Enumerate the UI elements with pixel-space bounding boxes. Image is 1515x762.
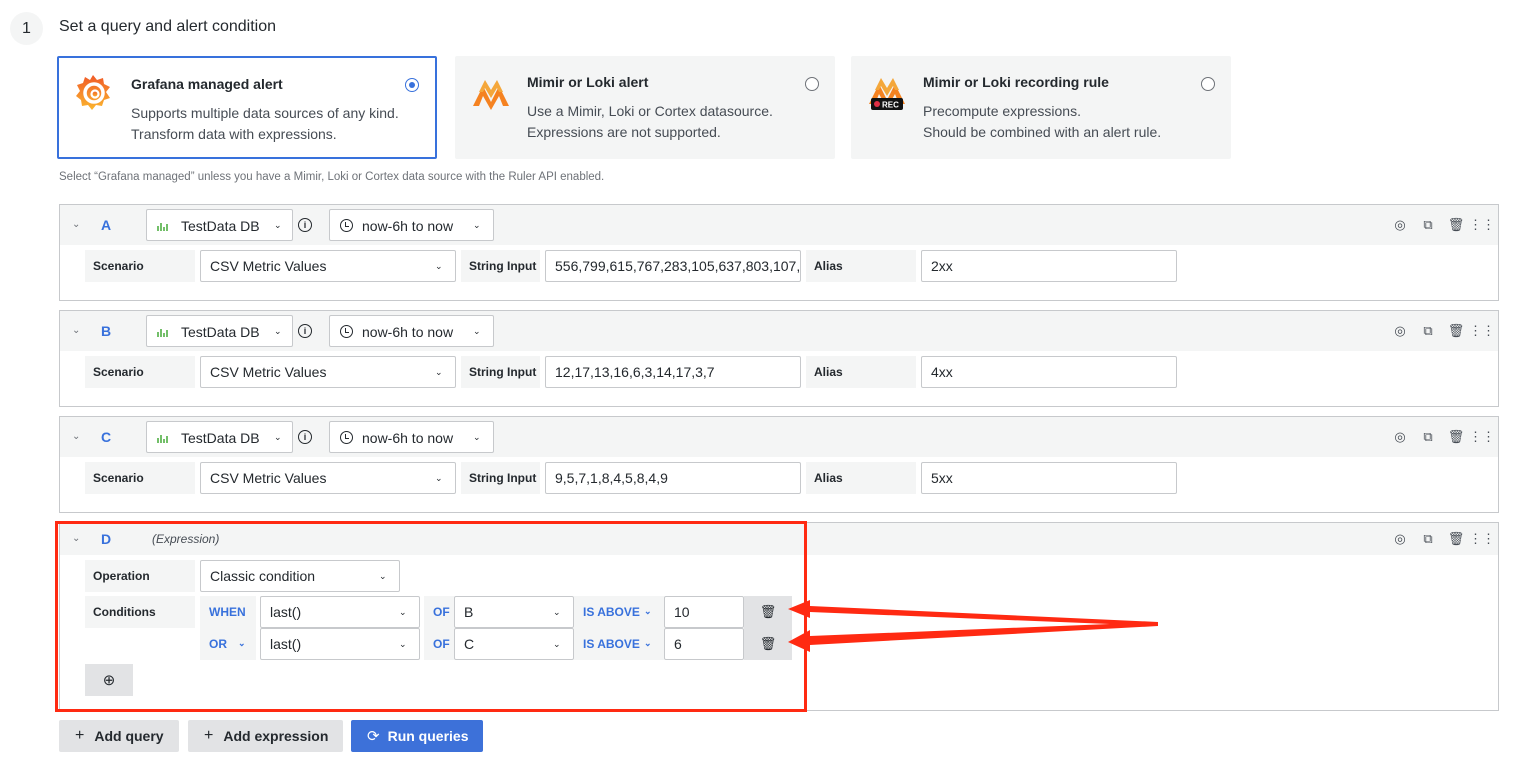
trash-icon[interactable]: 🗑: [1448, 217, 1465, 233]
query-ref-id[interactable]: B: [101, 323, 111, 339]
scenario-select[interactable]: CSV Metric Values ⌄: [200, 356, 456, 388]
alias-field[interactable]: 5xx: [921, 462, 1177, 494]
chevron-down-icon: ⌄: [473, 220, 481, 230]
plus-icon: +: [204, 727, 214, 744]
card-description: Supports multiple data sources of any ki…: [131, 105, 399, 142]
query-row-b: ⌄ B TestData DB ⌄ i now-6h to now ⌄ ◎ ⧉ …: [59, 310, 1499, 407]
plus-icon: +: [75, 727, 85, 744]
drag-handle-icon[interactable]: ⋮⋮: [1469, 323, 1495, 339]
chevron-down-icon: ⌄: [274, 432, 282, 442]
chevron-down-icon[interactable]: ⌄: [72, 325, 80, 336]
drag-handle-icon[interactable]: ⋮⋮: [1469, 531, 1495, 547]
datasource-picker[interactable]: TestData DB ⌄: [146, 315, 293, 347]
string-input-label: String Input: [461, 250, 540, 282]
radio-unselected[interactable]: [1201, 77, 1215, 91]
query-ref-id[interactable]: A: [101, 217, 111, 233]
scenario-label: Scenario: [85, 250, 195, 282]
grafana-managed-alert-card[interactable]: Grafana managed alert Supports multiple …: [57, 56, 437, 159]
chevron-down-icon: ⌄: [435, 261, 443, 271]
trash-icon[interactable]: 🗑: [1448, 429, 1465, 445]
card-title: Mimir or Loki alert: [527, 74, 649, 90]
drag-handle-icon[interactable]: ⋮⋮: [1469, 217, 1495, 233]
chevron-down-icon: ⌄: [473, 326, 481, 336]
datasource-picker[interactable]: TestData DB ⌄: [146, 421, 293, 453]
string-input-label: String Input: [461, 356, 540, 388]
query-row-c: ⌄ C TestData DB ⌄ i now-6h to now ⌄ ◎ ⧉ …: [59, 416, 1499, 513]
testdata-icon: [157, 329, 168, 337]
trash-icon[interactable]: 🗑: [1448, 323, 1465, 339]
eye-icon[interactable]: ◎: [1392, 531, 1408, 547]
run-queries-button[interactable]: ⟳ Run queries: [351, 720, 483, 752]
scenario-label: Scenario: [85, 462, 195, 494]
refresh-icon: ⟳: [367, 728, 380, 745]
drag-handle-icon[interactable]: ⋮⋮: [1469, 429, 1495, 445]
info-icon[interactable]: i: [298, 218, 312, 232]
query-ref-id[interactable]: C: [101, 429, 111, 445]
card-description: Use a Mimir, Loki or Cortex datasource. …: [527, 103, 773, 140]
alias-field[interactable]: 2xx: [921, 250, 1177, 282]
mimir-loki-recording-rule-card[interactable]: REC Mimir or Loki recording rule Precomp…: [851, 56, 1231, 159]
chevron-down-icon: ⌄: [435, 367, 443, 377]
string-input-field[interactable]: 9,5,7,1,8,4,5,8,4,9: [545, 462, 801, 494]
query-row-a: ⌄ A TestData DB ⌄ i now-6h to now ⌄ ◎ ⧉ …: [59, 204, 1499, 301]
copy-icon[interactable]: ⧉: [1420, 217, 1436, 233]
query-header: ⌄ B TestData DB ⌄ i now-6h to now ⌄ ◎ ⧉ …: [60, 311, 1498, 351]
clock-icon: [340, 325, 353, 338]
card-description: Precompute expressions. Should be combin…: [923, 103, 1162, 140]
eye-icon[interactable]: ◎: [1392, 429, 1408, 445]
copy-icon[interactable]: ⧉: [1420, 429, 1436, 445]
card-title: Grafana managed alert: [131, 76, 283, 92]
mimir-loki-alert-card[interactable]: Mimir or Loki alert Use a Mimir, Loki or…: [455, 56, 835, 159]
svg-text:REC: REC: [882, 101, 899, 110]
query-header: ⌄ C TestData DB ⌄ i now-6h to now ⌄ ◎ ⧉ …: [60, 417, 1498, 457]
clock-icon: [340, 219, 353, 232]
string-input-field[interactable]: 556,799,615,767,283,105,637,803,107,: [545, 250, 801, 282]
chevron-down-icon: ⌄: [274, 220, 282, 230]
radio-selected[interactable]: [405, 78, 419, 92]
testdata-icon: [157, 223, 168, 231]
info-icon[interactable]: i: [298, 430, 312, 444]
alias-field[interactable]: 4xx: [921, 356, 1177, 388]
eye-icon[interactable]: ◎: [1392, 217, 1408, 233]
radio-unselected[interactable]: [805, 77, 819, 91]
string-input-label: String Input: [461, 462, 540, 494]
add-query-button[interactable]: + Add query: [59, 720, 179, 752]
alias-label: Alias: [806, 356, 916, 388]
alert-type-hint: Select “Grafana managed” unless you have…: [59, 171, 605, 183]
step-number: 1: [10, 12, 43, 45]
mimir-rec-logo-icon: REC: [869, 78, 905, 110]
eye-icon[interactable]: ◎: [1392, 323, 1408, 339]
time-range-picker[interactable]: now-6h to now ⌄: [329, 421, 494, 453]
grafana-logo-icon: [76, 75, 110, 110]
card-title: Mimir or Loki recording rule: [923, 74, 1109, 90]
copy-icon[interactable]: ⧉: [1420, 323, 1436, 339]
chevron-down-icon: ⌄: [274, 326, 282, 336]
alias-label: Alias: [806, 462, 916, 494]
annotation-highlight-box: [55, 521, 807, 712]
scenario-select[interactable]: CSV Metric Values ⌄: [200, 250, 456, 282]
string-input-field[interactable]: 12,17,13,16,6,3,14,17,3,7: [545, 356, 801, 388]
copy-icon[interactable]: ⧉: [1420, 531, 1436, 547]
scenario-select[interactable]: CSV Metric Values ⌄: [200, 462, 456, 494]
time-range-picker[interactable]: now-6h to now ⌄: [329, 315, 494, 347]
annotation-arrows: [788, 600, 1158, 652]
chevron-down-icon[interactable]: ⌄: [72, 431, 80, 442]
chevron-down-icon[interactable]: ⌄: [72, 219, 80, 230]
mimir-logo-icon: [473, 80, 509, 110]
step-title: Set a query and alert condition: [59, 18, 277, 35]
testdata-icon: [157, 435, 168, 443]
scenario-label: Scenario: [85, 356, 195, 388]
chevron-down-icon: ⌄: [435, 473, 443, 483]
query-header: ⌄ A TestData DB ⌄ i now-6h to now ⌄ ◎ ⧉ …: [60, 205, 1498, 245]
add-expression-button[interactable]: + Add expression: [188, 720, 343, 752]
trash-icon[interactable]: 🗑: [1448, 531, 1465, 547]
info-icon[interactable]: i: [298, 324, 312, 338]
time-range-picker[interactable]: now-6h to now ⌄: [329, 209, 494, 241]
clock-icon: [340, 431, 353, 444]
alias-label: Alias: [806, 250, 916, 282]
chevron-down-icon: ⌄: [473, 432, 481, 442]
datasource-picker[interactable]: TestData DB ⌄: [146, 209, 293, 241]
